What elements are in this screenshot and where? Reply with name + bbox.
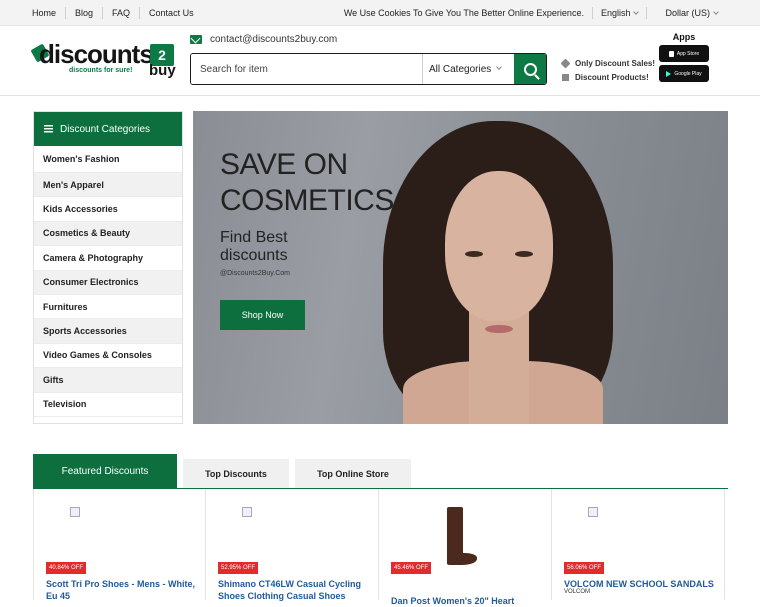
tab-top-discounts[interactable]: Top Discounts [183, 459, 289, 489]
apps-title: Apps [672, 32, 696, 42]
currency-label: Dollar (US) [665, 8, 710, 18]
site-header: discounts 2 buy discounts for sure! cont… [0, 26, 760, 96]
mail-icon [190, 35, 202, 44]
product-brand: VOLCOM [564, 589, 591, 595]
chevron-down-icon [713, 9, 719, 15]
list-icon [44, 125, 53, 133]
product-image[interactable] [439, 507, 479, 577]
banner-handle: @Discounts2Buy.Com [220, 270, 290, 277]
category-select[interactable]: All Categories [422, 54, 514, 84]
sidebar-item-video-games[interactable]: Video Games & Consoles [34, 344, 182, 369]
discount-badge: 56.06% OFF [564, 562, 605, 574]
app-store-button[interactable]: App Store [659, 45, 709, 62]
discount-badge: 52.95% OFF [218, 562, 259, 574]
product-title-link[interactable]: Shimano CT46LW Casual Cycling Shoes Clot… [218, 578, 378, 602]
logo-word: discounts [39, 39, 154, 69]
site-logo[interactable]: discounts 2 buy discounts for sure! [30, 39, 178, 80]
banner-sub-line2: discounts [220, 247, 288, 264]
currency-selector[interactable]: Dollar (US) [646, 7, 726, 19]
promo-text-1: Only Discount Sales! [575, 58, 656, 68]
eye-shape [465, 251, 483, 257]
tag-icon [560, 58, 571, 68]
sidebar-item-cosmetics-beauty[interactable]: Cosmetics & Beauty [34, 221, 182, 247]
tab-top-online-store[interactable]: Top Online Store [295, 459, 411, 489]
discount-badge: 45.46% OFF [391, 562, 432, 574]
hero-banner: SAVE ON COSMETICS Find Best discounts @D… [193, 111, 728, 424]
app-store-label: App Store [676, 50, 700, 57]
logo-buy: buy [149, 62, 176, 79]
banner-subheadline: Find Best discounts [220, 229, 288, 265]
sidebar-item-consumer-electronics[interactable]: Consumer Electronics [34, 270, 182, 295]
sidebar-item-kids-accessories[interactable]: Kids Accessories [34, 197, 182, 222]
eye-shape [515, 251, 533, 257]
product-image[interactable] [242, 507, 252, 517]
product-card[interactable]: 45.46% OFF Dan Post Women's 20" Heart [379, 489, 552, 606]
top-bar-right: We Use Cookies To Give You The Better On… [336, 0, 726, 26]
discount-badge: 40.84% OFF [46, 562, 87, 574]
nav-faq-link[interactable]: FAQ [103, 7, 141, 19]
sidebar-item-gifts[interactable]: Gifts [34, 368, 182, 393]
search-icon [523, 62, 537, 76]
sidebar-item-camera-photography[interactable]: Camera & Photography [34, 246, 182, 271]
search-button[interactable] [514, 54, 546, 84]
sidebar-header: Discount Categories [34, 112, 182, 146]
product-title-link[interactable]: Scott Tri Pro Shoes - Mens - White, Eu 4… [46, 578, 206, 602]
product-title-link[interactable]: Dan Post Women's 20" Heart [391, 595, 551, 607]
category-sidebar: Discount Categories Women's Fashion Men'… [33, 111, 183, 424]
face-shape [445, 171, 553, 321]
chevron-down-icon [633, 9, 640, 15]
product-image[interactable] [70, 507, 80, 517]
top-nav: Home Blog FAQ Contact Us [24, 0, 203, 26]
sidebar-item-television[interactable]: Television [34, 393, 182, 417]
tab-featured-discounts[interactable]: Featured Discounts [33, 454, 177, 489]
boot-shape [447, 507, 463, 559]
product-card[interactable]: 56.06% OFF VOLCOM NEW SCHOOL SANDALS VOL… [552, 489, 725, 600]
promo-notes: Only Discount Sales! Discount Products! [560, 56, 656, 84]
cookie-notice: We Use Cookies To Give You The Better On… [343, 8, 584, 18]
sidebar-item-mens-apparel[interactable]: Men's Apparel [34, 173, 182, 198]
nav-home-link[interactable]: Home [24, 7, 67, 19]
contact-email[interactable]: contact@discounts2buy.com [190, 34, 337, 45]
flag-icon [562, 73, 569, 81]
nav-blog-link[interactable]: Blog [66, 7, 104, 19]
product-image[interactable] [588, 507, 598, 517]
apps-block: Apps App Store Google Play [659, 32, 709, 82]
promo-text-2: Discount Products! [575, 72, 649, 82]
shop-now-button[interactable]: Shop Now [220, 300, 305, 330]
category-select-label: All Categories [429, 63, 492, 75]
language-label: English [600, 8, 631, 18]
boot-foot-shape [447, 553, 477, 565]
promo-item: Only Discount Sales! [560, 56, 656, 70]
product-card[interactable]: 40.84% OFF Scott Tri Pro Shoes - Mens - … [33, 489, 206, 602]
sidebar-item-womens-fashion[interactable]: Women's Fashion [34, 146, 182, 173]
banner-sub-line1: Find Best [220, 229, 288, 246]
search-bar: All Categories [190, 53, 547, 85]
nav-contact-link[interactable]: Contact Us [140, 7, 203, 19]
apple-icon [668, 50, 674, 57]
sidebar-item-sports-accessories[interactable]: Sports Accessories [34, 319, 182, 344]
banner-headline: SAVE ON COSMETICS [220, 147, 394, 219]
product-grid: 40.84% OFF Scott Tri Pro Shoes - Mens - … [33, 489, 760, 606]
language-selector[interactable]: English [591, 7, 647, 19]
logo-slogan: discounts for sure! [69, 67, 133, 74]
contact-email-text: contact@discounts2buy.com [210, 34, 338, 45]
search-input[interactable] [191, 54, 422, 84]
google-play-label: Google Play [674, 70, 702, 77]
play-icon [666, 70, 672, 77]
lip-shape [485, 325, 513, 333]
banner-headline-line1: SAVE ON [220, 148, 348, 181]
banner-headline-line2: COSMETICS [220, 184, 394, 217]
sidebar-item-furnitures[interactable]: Furnitures [34, 295, 182, 320]
model-photo [373, 111, 633, 424]
sidebar-title: Discount Categories [60, 123, 151, 135]
category-list: Women's Fashion Men's Apparel Kids Acces… [34, 146, 182, 417]
google-play-button[interactable]: Google Play [659, 65, 709, 82]
chevron-down-icon [496, 64, 503, 70]
top-bar: Home Blog FAQ Contact Us We Use Cookies … [0, 0, 760, 26]
product-card[interactable]: 52.95% OFF Shimano CT46LW Casual Cycling… [206, 489, 379, 602]
promo-item: Discount Products! [562, 70, 655, 84]
